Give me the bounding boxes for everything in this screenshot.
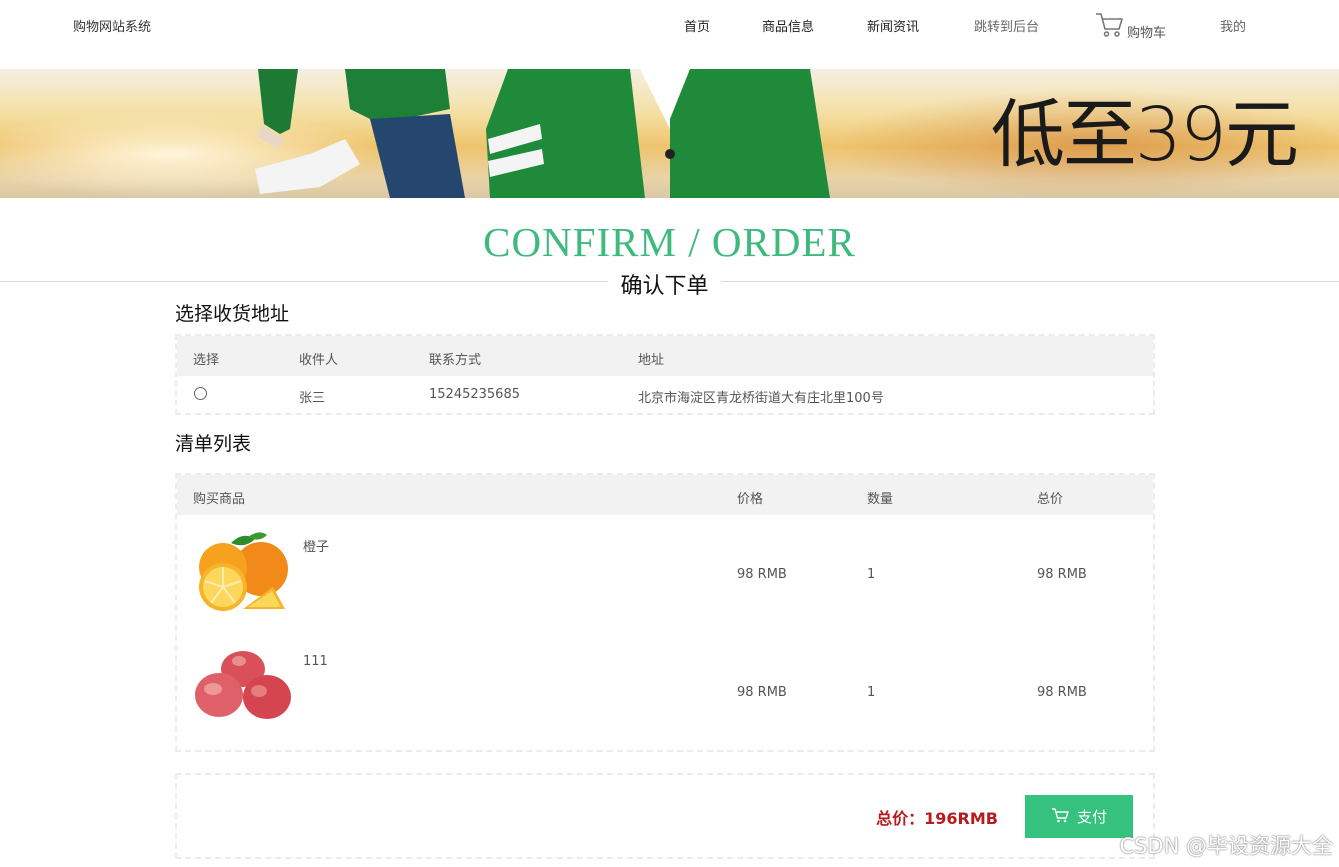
apple-image (195, 651, 291, 719)
pay-button[interactable]: 支付 (1025, 795, 1133, 838)
address-section-heading: 选择收货地址 (175, 303, 290, 325)
product-qty: 1 (867, 567, 876, 582)
nav-home[interactable]: 首页 (684, 16, 710, 35)
checkout-bar: 总价：196RMB 支付 (175, 773, 1155, 859)
cart-icon (1094, 11, 1124, 43)
col-select: 选择 (193, 353, 220, 368)
product-total: 98 RMB (1037, 567, 1087, 582)
col-total: 总价 (1037, 492, 1064, 507)
col-address: 地址 (638, 353, 665, 368)
product-qty: 1 (867, 685, 876, 700)
page-title-cn: 确认下单 (608, 268, 721, 300)
product-price: 98 RMB (737, 567, 787, 582)
nav-admin[interactable]: 跳转到后台 (974, 16, 1039, 35)
address-table-header: 选择 收件人 联系方式 地址 (177, 336, 1153, 376)
col-contact: 联系方式 (429, 353, 482, 368)
address-radio[interactable] (194, 387, 207, 400)
banner-promo-text: 低至39元 (990, 92, 1299, 178)
nav-products[interactable]: 商品信息 (762, 16, 814, 35)
table-row[interactable]: 张三 15245235685 北京市海淀区青龙桥街道大有庄北里100号 (177, 376, 1153, 413)
cart-icon (1051, 807, 1069, 827)
promo-banner[interactable]: 低至39元 (0, 69, 1339, 198)
col-product: 购买商品 (193, 492, 246, 507)
orange-image (199, 532, 288, 611)
col-price: 价格 (737, 492, 764, 507)
order-table-header: 购买商品 价格 数量 总价 (177, 475, 1153, 515)
nav-cart-label: 购物车 (1127, 26, 1167, 41)
watermark: CSDN @毕设资源大全 (1119, 834, 1333, 858)
address-table: 选择 收件人 联系方式 地址 张三 15245235685 北京市海淀区青龙桥街… (175, 334, 1155, 415)
nav-news[interactable]: 新闻资讯 (867, 16, 919, 35)
col-qty: 数量 (867, 492, 894, 507)
nav-mine[interactable]: 我的 (1220, 16, 1246, 35)
order-section-heading: 清单列表 (175, 433, 252, 455)
model-image (255, 69, 830, 198)
product-name: 111 (303, 654, 328, 669)
receiver-address: 北京市海淀区青龙桥街道大有庄北里100号 (638, 391, 884, 406)
page-title-en: CONFIRM / ORDER (483, 219, 856, 265)
pay-button-label: 支付 (1076, 808, 1107, 826)
col-receiver: 收件人 (299, 353, 339, 368)
order-table: 购买商品 价格 数量 总价 橙子 98 RMB 1 98 RMB 111 98 … (175, 473, 1155, 752)
product-name: 橙子 (303, 540, 330, 555)
receiver-phone: 15245235685 (429, 387, 520, 402)
site-title: 购物网站系统 (73, 20, 152, 35)
product-total: 98 RMB (1037, 685, 1087, 700)
table-row: 橙子 98 RMB 1 98 RMB (177, 515, 1153, 633)
order-total: 总价：196RMB (876, 809, 998, 828)
receiver-name: 张三 (299, 391, 326, 406)
product-price: 98 RMB (737, 685, 787, 700)
nav-cart[interactable]: 购物车 (1094, 11, 1166, 43)
table-row: 111 98 RMB 1 98 RMB (177, 633, 1153, 751)
